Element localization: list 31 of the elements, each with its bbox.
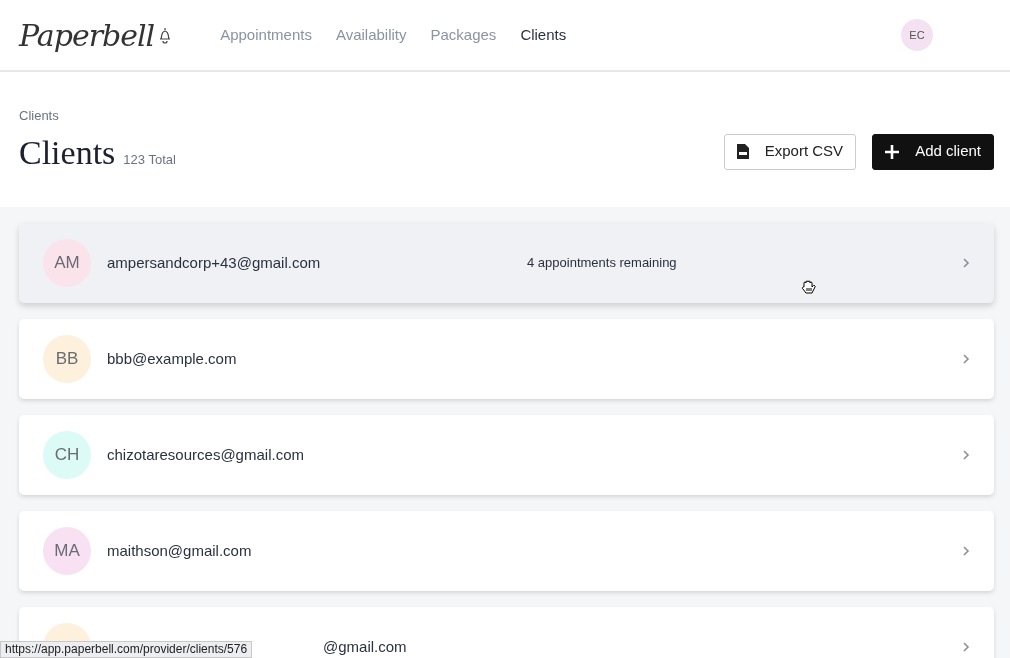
client-email: @gmail.com (323, 636, 407, 657)
chevron-right-icon (962, 449, 970, 461)
client-avatar: CH (43, 431, 91, 479)
client-avatar: MA (43, 527, 91, 575)
user-avatar[interactable]: EC (901, 19, 933, 51)
client-avatar: AM (43, 239, 91, 287)
client-row[interactable]: BB bbb@example.com (19, 319, 994, 399)
page-title: Clients (19, 135, 116, 170)
chevron-right-icon (962, 353, 970, 365)
client-row[interactable]: CH chizotaresources@gmail.com (19, 415, 994, 495)
client-row[interactable]: MA maithson@gmail.com (19, 511, 994, 591)
chevron-right-icon (962, 641, 970, 653)
chevron-right-icon (962, 257, 970, 269)
client-email: ampersandcorp+43@gmail.com (107, 252, 322, 273)
nav-link[interactable]: Clients (520, 23, 567, 47)
client-email: chizotaresources@gmail.com (107, 444, 305, 465)
breadcrumb[interactable]: Clients (19, 106, 994, 126)
client-avatar: BB (43, 335, 91, 383)
add-client-button[interactable]: Add client (872, 133, 994, 170)
bell-icon (158, 26, 173, 44)
csv-file-icon (736, 144, 749, 159)
status-url: https://app.paperbell.com/provider/clients/576 (0, 641, 253, 658)
client-email: bbb@example.com (107, 348, 238, 369)
client-email: maithson@gmail.com (107, 540, 253, 561)
plus-icon (885, 144, 900, 159)
total-count: 123 Total (123, 151, 176, 169)
brand-logo[interactable]: Paperbell (19, 12, 155, 58)
client-row[interactable]: AM ampersandcorp+43@gmail.com 4 appointments remaining (19, 223, 994, 303)
export-csv-button[interactable]: Export CSV (723, 133, 857, 170)
chevron-right-icon (962, 545, 970, 557)
appointments-remaining: 4 appointments remaining (527, 254, 677, 273)
